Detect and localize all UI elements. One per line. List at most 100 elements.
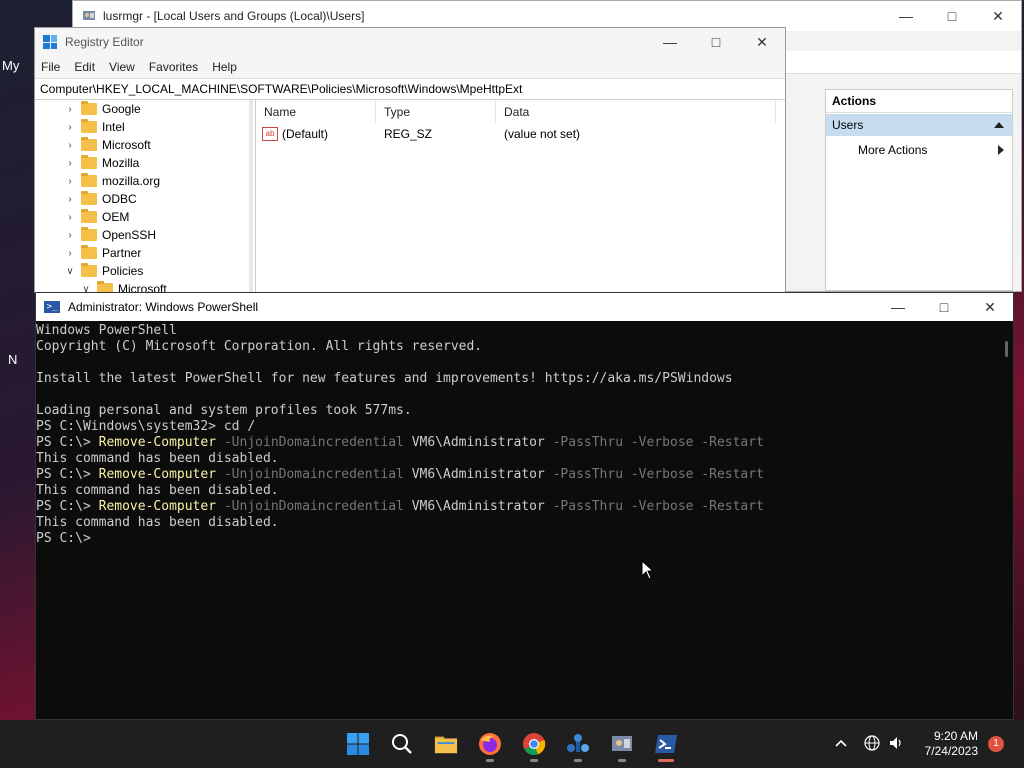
values-list[interactable]: Name Type Data ab (Default) REG_SZ (value… — [255, 100, 785, 292]
tree-node[interactable]: › OEM — [35, 208, 249, 226]
console-text: This command has been disabled. — [36, 483, 279, 498]
tree-node[interactable]: ∨ Microsoft — [35, 280, 249, 292]
chevron-down-icon[interactable]: ∨ — [79, 284, 93, 293]
lusrmgr-icon[interactable] — [610, 732, 634, 762]
minimize-button[interactable]: — — [647, 28, 693, 56]
regedit-menubar: File Edit View Favorites Help — [35, 56, 785, 78]
folder-icon — [81, 101, 97, 115]
running-indicator — [530, 759, 538, 762]
tree-node-label: Partner — [102, 246, 142, 260]
windows-start-icon[interactable] — [346, 732, 370, 756]
lusrmgr-app-icon — [83, 11, 95, 20]
chrome-icon[interactable] — [522, 732, 546, 762]
chevron-right-icon[interactable]: › — [63, 104, 77, 115]
file-explorer-icon[interactable] — [434, 732, 458, 756]
search-icon[interactable] — [390, 732, 414, 756]
console-line: Loading personal and system profiles too… — [36, 403, 999, 419]
tree-node[interactable]: › mozilla.org — [35, 172, 249, 190]
registry-tree[interactable]: › Google › Intel › Microsoft › Mozilla › mozilla.… — [35, 100, 249, 292]
menu-view[interactable]: View — [109, 60, 135, 74]
chevron-right-icon[interactable]: › — [63, 194, 77, 205]
tree-node-label: Policies — [102, 264, 144, 278]
close-button[interactable]: ✕ — [967, 293, 1013, 321]
tree-node[interactable]: › Mozilla — [35, 154, 249, 172]
column-header-data[interactable]: Data — [496, 100, 776, 124]
address-bar[interactable]: Computer\HKEY_LOCAL_MACHINE\SOFTWARE\Pol… — [35, 78, 785, 100]
scrollbar-thumb[interactable] — [1005, 341, 1008, 357]
menu-file[interactable]: File — [41, 60, 60, 74]
chevron-right-icon[interactable]: › — [63, 212, 77, 223]
registry-editor-window[interactable]: Registry Editor — □ ✕ File Edit View Fav… — [34, 27, 786, 293]
tree-node[interactable]: › Google — [35, 100, 249, 118]
pane-splitter[interactable] — [249, 100, 253, 292]
console-text: PS C:\> — [36, 435, 99, 450]
chevron-right-icon[interactable]: › — [63, 248, 77, 259]
value-type: REG_SZ — [384, 127, 433, 141]
system-clock[interactable]: 9:20 AM 7/24/2023 — [925, 729, 978, 759]
chevron-right-icon[interactable]: › — [63, 230, 77, 241]
maximize-button[interactable]: □ — [929, 1, 975, 31]
powershell-icon[interactable] — [654, 732, 678, 762]
minimize-button[interactable]: — — [875, 293, 921, 321]
tree-node[interactable]: › ODBC — [35, 190, 249, 208]
column-header-name[interactable]: Name — [256, 100, 376, 124]
close-button[interactable]: ✕ — [975, 1, 1021, 31]
console-text: This command has been disabled. — [36, 515, 279, 530]
tree-node-label: ODBC — [102, 192, 137, 206]
globe-icon[interactable] — [864, 734, 880, 754]
console-line: PS C:\> Remove-Computer -UnjoinDomaincre… — [36, 499, 999, 515]
console-text: Remove-Computer — [98, 435, 217, 450]
close-button[interactable]: ✕ — [739, 28, 785, 56]
console-text: This command has been disabled. — [36, 451, 279, 466]
network-tool-icon[interactable] — [566, 732, 590, 762]
maximize-button[interactable]: □ — [921, 293, 967, 321]
console-text: -PassThru -Verbose -Restart — [544, 435, 764, 450]
window-title: Administrator: Windows PowerShell — [68, 300, 259, 314]
chevron-right-icon[interactable]: › — [63, 176, 77, 187]
console-text: PS C:\> — [36, 531, 91, 546]
minimize-button[interactable]: — — [883, 1, 929, 31]
tree-node[interactable]: › Partner — [35, 244, 249, 262]
chevron-right-icon[interactable]: › — [63, 158, 77, 169]
table-row[interactable]: ab (Default) REG_SZ (value not set) — [256, 124, 785, 144]
collapse-up-icon[interactable] — [994, 122, 1004, 128]
console-text: Copyright (C) Microsoft Corporation. All… — [36, 339, 483, 354]
chevron-down-icon[interactable]: ∨ — [63, 266, 77, 277]
more-actions-item[interactable]: More Actions — [826, 139, 1012, 161]
chevron-up-icon[interactable] — [832, 737, 850, 751]
regedit-titlebar[interactable]: Registry Editor — □ ✕ — [35, 28, 785, 56]
console-line: Install the latest PowerShell for new fe… — [36, 371, 999, 387]
tree-node-label: Microsoft — [102, 138, 151, 152]
folder-icon — [81, 227, 97, 241]
menu-edit[interactable]: Edit — [74, 60, 95, 74]
regedit-app-icon — [43, 35, 57, 49]
console-output[interactable]: Windows PowerShell Copyright (C) Microsof… — [36, 323, 999, 719]
tree-node[interactable]: › Intel — [35, 118, 249, 136]
menu-favorites[interactable]: Favorites — [149, 60, 198, 74]
folder-icon — [81, 191, 97, 205]
desktop-icon-label[interactable]: N — [8, 352, 17, 367]
tree-node[interactable]: › OpenSSH — [35, 226, 249, 244]
maximize-button[interactable]: □ — [693, 28, 739, 56]
actions-users-item[interactable]: Users — [826, 114, 1012, 136]
console-line: This command has been disabled. — [36, 483, 999, 499]
console-text: PS C:\> — [36, 499, 99, 514]
tree-node-label: Google — [102, 102, 141, 116]
chevron-right-icon[interactable]: › — [63, 140, 77, 151]
tree-node[interactable]: › Microsoft — [35, 136, 249, 154]
notification-badge[interactable]: 1 — [988, 736, 1004, 752]
menu-help[interactable]: Help — [212, 60, 237, 74]
speaker-icon[interactable] — [888, 735, 904, 754]
firefox-icon[interactable] — [478, 732, 502, 762]
powershell-titlebar[interactable]: >_ Administrator: Windows PowerShell — □… — [36, 293, 1013, 321]
powershell-app-icon: >_ — [44, 301, 60, 313]
tree-node-label: Mozilla — [102, 156, 140, 170]
desktop-icon-label[interactable]: My — [2, 58, 19, 73]
column-header-type[interactable]: Type — [376, 100, 496, 124]
chevron-right-icon[interactable]: › — [63, 122, 77, 133]
console-scrollbar[interactable] — [999, 323, 1013, 719]
powershell-window[interactable]: >_ Administrator: Windows PowerShell — □… — [35, 292, 1014, 720]
tree-node[interactable]: ∨ Policies — [35, 262, 249, 280]
submenu-arrow-icon — [998, 145, 1004, 155]
